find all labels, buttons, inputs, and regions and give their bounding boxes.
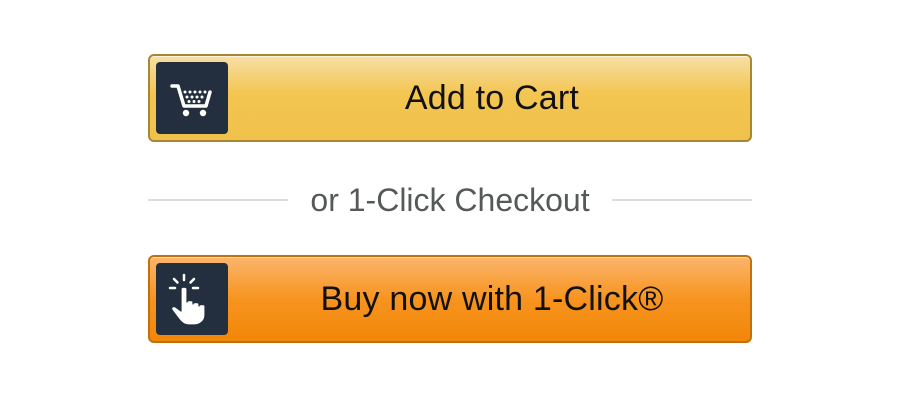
buy-now-label: Buy now with 1-Click® xyxy=(320,279,664,318)
tap-hand-icon xyxy=(156,263,228,335)
add-to-cart-label: Add to Cart xyxy=(404,78,580,117)
divider-line-left xyxy=(148,199,289,201)
divider-text: or 1-Click Checkout xyxy=(310,181,590,218)
checkout-divider: or 1-Click Checkout xyxy=(148,178,753,222)
shopping-cart-icon xyxy=(156,62,228,134)
buy-now-button[interactable]: Buy now with 1-Click® xyxy=(148,255,752,343)
divider-line-right xyxy=(611,199,753,201)
add-to-cart-button[interactable]: Add to Cart xyxy=(148,54,752,142)
